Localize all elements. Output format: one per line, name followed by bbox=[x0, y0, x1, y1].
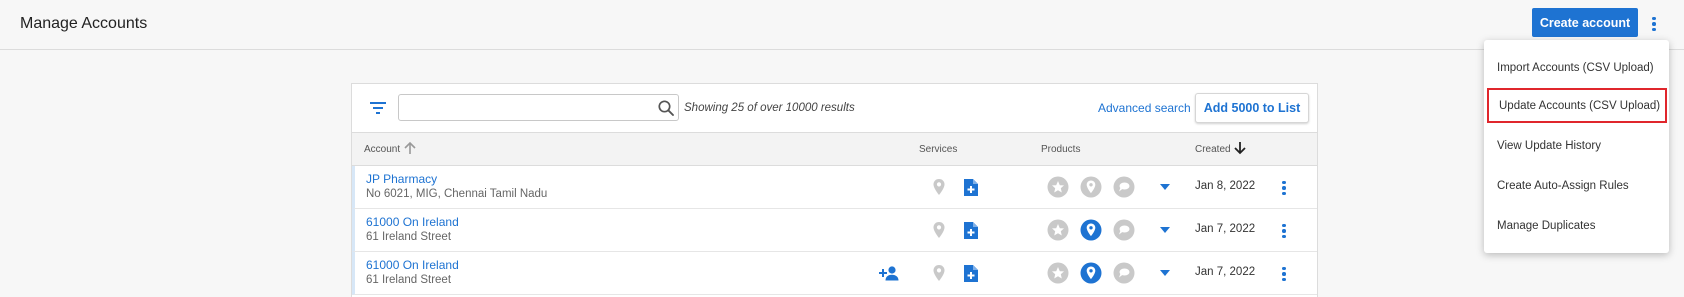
location-pin-icon bbox=[933, 222, 945, 238]
star-icon bbox=[1047, 176, 1069, 198]
caret-down-icon[interactable] bbox=[1160, 227, 1170, 234]
sort-ascending-icon[interactable] bbox=[402, 140, 418, 156]
caret-down-icon[interactable] bbox=[1160, 184, 1170, 191]
created-date: Jan 8, 2022 bbox=[1195, 180, 1256, 192]
account-address: 61 Ireland Street bbox=[366, 274, 452, 286]
accounts-panel: Showing 25 of over 10000 results Advance… bbox=[351, 83, 1318, 297]
account-address: No 6021, MIG, Chennai Tamil Nadu bbox=[366, 188, 548, 200]
more-options-menu: Import Accounts (CSV Upload) Update Acco… bbox=[1484, 40, 1669, 253]
chat-bubble-icon bbox=[1113, 176, 1135, 198]
location-pin-icon bbox=[933, 265, 945, 281]
location-pin-icon bbox=[1080, 219, 1102, 241]
star-icon bbox=[1047, 262, 1069, 284]
sort-descending-icon[interactable] bbox=[1232, 140, 1248, 156]
created-date: Jan 7, 2022 bbox=[1195, 223, 1256, 235]
menu-item-update-accounts[interactable]: Update Accounts (CSV Upload) bbox=[1487, 88, 1667, 123]
search-input[interactable] bbox=[398, 94, 679, 121]
column-header-created[interactable]: Created bbox=[1195, 144, 1231, 155]
table-row[interactable]: 61000 On Ireland 61 Ireland Street Jan 7… bbox=[352, 209, 1317, 252]
chat-bubble-icon bbox=[1113, 219, 1135, 241]
table-header: Account Services Products Created bbox=[352, 132, 1317, 166]
menu-item-label: Update Accounts (CSV Upload) bbox=[1499, 100, 1661, 112]
menu-item-label: Manage Duplicates bbox=[1497, 220, 1596, 232]
add-user-icon[interactable] bbox=[879, 265, 901, 281]
top-bar: Manage Accounts Create account bbox=[0, 0, 1684, 50]
row-menu-icon[interactable] bbox=[1278, 178, 1290, 198]
result-count-text: Showing 25 of over 10000 results bbox=[684, 102, 855, 114]
created-date: Jan 7, 2022 bbox=[1195, 266, 1256, 278]
menu-item-view-update-history[interactable]: View Update History bbox=[1484, 128, 1669, 164]
menu-item-label: View Update History bbox=[1497, 140, 1601, 152]
column-header-services: Services bbox=[919, 144, 958, 155]
table-row[interactable]: JP Pharmacy No 6021, MIG, Chennai Tamil … bbox=[352, 166, 1317, 209]
table-row[interactable]: 61000 On Ireland 61 Ireland Street Jan 7… bbox=[352, 252, 1317, 295]
more-options-icon[interactable] bbox=[1646, 12, 1662, 36]
column-header-products: Products bbox=[1041, 144, 1081, 155]
account-name-link[interactable]: 61000 On Ireland bbox=[366, 215, 459, 229]
location-pin-icon bbox=[933, 179, 945, 195]
star-icon bbox=[1047, 219, 1069, 241]
account-address: 61 Ireland Street bbox=[366, 231, 452, 243]
page-title: Manage Accounts bbox=[20, 15, 148, 32]
document-plus-icon[interactable] bbox=[963, 264, 979, 283]
document-plus-icon[interactable] bbox=[963, 221, 979, 240]
caret-down-icon[interactable] bbox=[1160, 270, 1170, 277]
create-account-button[interactable]: Create account bbox=[1532, 8, 1638, 37]
chat-bubble-icon bbox=[1113, 262, 1135, 284]
row-menu-icon[interactable] bbox=[1278, 221, 1290, 241]
menu-item-label: Import Accounts (CSV Upload) bbox=[1497, 62, 1654, 74]
document-plus-icon[interactable] bbox=[963, 178, 979, 197]
location-pin-icon bbox=[1080, 176, 1102, 198]
row-menu-icon[interactable] bbox=[1278, 264, 1290, 284]
menu-item-import-accounts[interactable]: Import Accounts (CSV Upload) bbox=[1484, 50, 1669, 86]
menu-item-manage-duplicates[interactable]: Manage Duplicates bbox=[1484, 208, 1669, 244]
location-pin-icon bbox=[1080, 262, 1102, 284]
menu-item-label: Create Auto-Assign Rules bbox=[1497, 180, 1629, 192]
account-name-link[interactable]: 61000 On Ireland bbox=[366, 258, 459, 272]
advanced-search-link[interactable]: Advanced search bbox=[1098, 101, 1191, 115]
menu-item-create-auto-assign-rules[interactable]: Create Auto-Assign Rules bbox=[1484, 168, 1669, 204]
column-header-account[interactable]: Account bbox=[364, 144, 400, 155]
account-name-link[interactable]: JP Pharmacy bbox=[366, 172, 437, 186]
filter-icon[interactable] bbox=[368, 99, 388, 117]
add-to-list-button[interactable]: Add 5000 to List bbox=[1195, 93, 1309, 123]
